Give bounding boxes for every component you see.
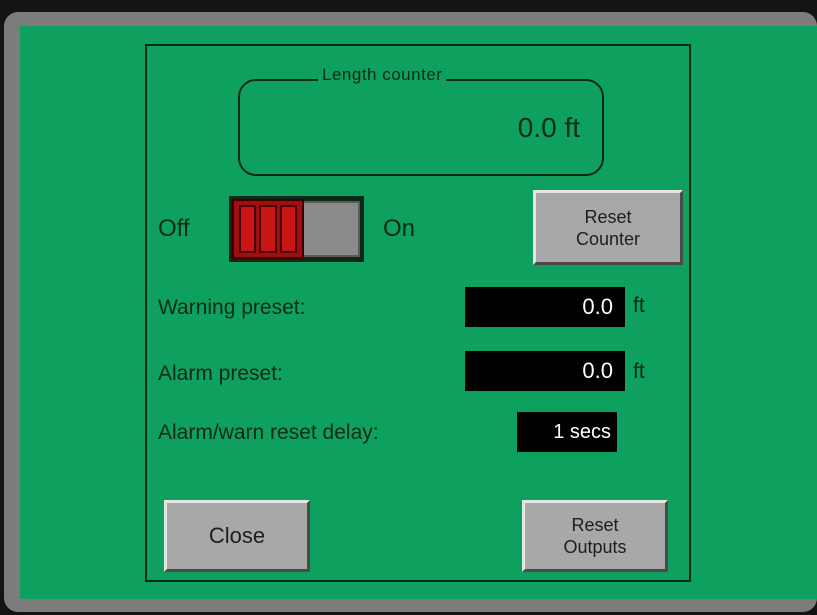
alarm-preset-unit: ft [633,360,645,383]
reset-outputs-label-line2: Outputs [563,537,627,557]
counter-on-off-switch[interactable] [229,196,364,262]
reset-counter-button[interactable]: Reset Counter [533,190,683,265]
reset-outputs-label-line1: Reset [571,515,619,535]
close-button-label: Close [208,523,266,548]
reset-delay-label: Alarm/warn reset delay: [158,421,379,444]
toggle-off-label: Off [158,215,190,242]
alarm-preset-label: Alarm preset: [158,362,283,385]
knob-ridge [279,205,297,253]
reset-outputs-button[interactable]: Reset Outputs [522,500,668,572]
length-counter-value: 0.0 ft [517,112,580,143]
warning-preset-unit: ft [633,294,645,317]
alarm-preset-field[interactable]: 0.0 [465,351,625,391]
toggle-on-label: On [383,215,416,242]
reset-delay-field[interactable]: 1 secs [517,412,617,452]
knob-ridge [239,205,257,253]
warning-preset-field[interactable]: 0.0 [465,287,625,327]
reset-counter-label-line1: Reset [584,206,632,227]
close-button[interactable]: Close [164,500,310,572]
length-counter-title: Length counter [318,64,447,86]
knob-ridge [259,205,277,253]
switch-knob[interactable] [232,199,304,259]
warning-preset-label: Warning preset: [158,296,306,319]
reset-counter-label-line2: Counter [575,228,641,249]
